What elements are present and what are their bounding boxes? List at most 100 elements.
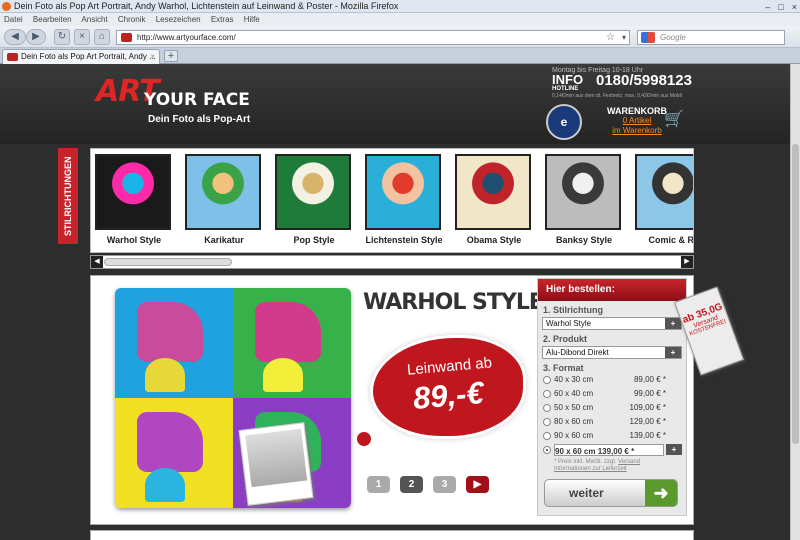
- style-thumb-label[interactable]: Warhol Style: [95, 235, 173, 245]
- carousel-scrollbar[interactable]: ◀ ▶: [90, 255, 694, 269]
- play-button[interactable]: ▶: [466, 476, 489, 493]
- home-icon[interactable]: ⌂: [94, 29, 110, 45]
- reload-icon[interactable]: ↻: [54, 29, 70, 45]
- format-option[interactable]: 50 x 50 cm 109,00 € *: [538, 401, 686, 415]
- site-favicon: [121, 33, 132, 42]
- format-radio[interactable]: [543, 404, 551, 412]
- style-select[interactable]: Warhol Style +: [542, 317, 682, 330]
- format-option[interactable]: 80 x 60 cm 129,00 € *: [538, 415, 686, 429]
- style-thumb-label[interactable]: Comic & Ro: [635, 235, 693, 245]
- tab-close-icon[interactable]: ×: [150, 50, 155, 63]
- stilrichtungen-tab[interactable]: STILRICHTUNGEN: [58, 148, 78, 244]
- shopping-cart-icon[interactable]: 🛒: [664, 109, 684, 129]
- versand-link[interactable]: Versand: [618, 459, 640, 465]
- trusted-shops-badge[interactable]: e: [546, 104, 582, 140]
- search-placeholder: Google: [660, 33, 686, 42]
- new-tab-button[interactable]: +: [164, 50, 178, 62]
- scrollbar-thumb[interactable]: [792, 144, 799, 444]
- tab-active[interactable]: Dein Foto als Pop Art Portrait, Andy ...…: [2, 49, 160, 64]
- style-thumb-label[interactable]: Lichtenstein Style: [365, 235, 443, 245]
- style-thumb-image[interactable]: [635, 154, 693, 230]
- search-input[interactable]: Google: [637, 30, 785, 45]
- selected-format-box[interactable]: 90 x 60 cm 139,00 € *: [554, 444, 664, 456]
- style-thumb[interactable]: Lichtenstein Style: [365, 154, 443, 249]
- style-thumb[interactable]: Comic & Ro: [635, 154, 693, 249]
- tab-bar: Dein Foto als Pop Art Portrait, Andy ...…: [0, 48, 800, 64]
- price-splash: Leinwand ab 89,-€: [373, 338, 523, 436]
- menu-extras[interactable]: Extras: [211, 15, 234, 24]
- format-radio-selected[interactable]: [543, 446, 551, 454]
- page-1-button[interactable]: 1: [367, 476, 390, 493]
- style-thumb[interactable]: Banksy Style: [545, 154, 623, 249]
- style-thumb-image[interactable]: [275, 154, 351, 230]
- style-thumb-label[interactable]: Karikatur: [185, 235, 263, 245]
- page-scrollbar[interactable]: [790, 64, 800, 540]
- format-option[interactable]: 60 x 40 cm 99,00 € *: [538, 387, 686, 401]
- website: ART YOUR FACE Dein Foto als Pop-Art Mont…: [0, 64, 790, 540]
- hotline-info: INFO: [552, 72, 584, 87]
- section-produkt: 2. Produkt: [543, 334, 588, 344]
- format-option[interactable]: 90 x 60 cm 139,00 € *: [538, 429, 686, 443]
- back-button[interactable]: ◀: [4, 29, 26, 45]
- tab-title: Dein Foto als Pop Art Portrait, Andy ...: [21, 52, 156, 61]
- address-bar[interactable]: http://www.artyourface.com/ ☆ ▾: [116, 30, 630, 45]
- format-price: 139,00 € *: [629, 431, 666, 440]
- menu-datei[interactable]: Datei: [4, 15, 23, 24]
- style-thumb-image[interactable]: [185, 154, 261, 230]
- style-thumb[interactable]: Warhol Style: [95, 154, 173, 249]
- format-plus-button[interactable]: +: [666, 444, 682, 455]
- style-thumb-image[interactable]: [455, 154, 531, 230]
- menu-chronik[interactable]: Chronik: [118, 15, 146, 24]
- product-plus-button[interactable]: +: [665, 347, 681, 358]
- menu-ansicht[interactable]: Ansicht: [81, 15, 107, 24]
- polaroid-photo: [238, 422, 314, 506]
- forward-button[interactable]: ▶: [26, 29, 46, 45]
- carousel-scroll-thumb[interactable]: [104, 258, 232, 266]
- page-2-button[interactable]: 2: [400, 476, 423, 493]
- menu-bearbeiten[interactable]: Bearbeiten: [33, 15, 72, 24]
- firefox-icon: [2, 2, 11, 11]
- url-dropdown-icon[interactable]: ▾: [622, 31, 626, 44]
- style-carousel: Warhol Style Karikatur Pop Style Lichtenste…: [90, 148, 694, 253]
- menu-lesezeichen[interactable]: Lesezeichen: [156, 15, 201, 24]
- format-option[interactable]: 40 x 30 cm 89,00 € *: [538, 373, 686, 387]
- format-radio[interactable]: [543, 390, 551, 398]
- style-plus-button[interactable]: +: [665, 318, 681, 329]
- slide-pager: 1 2 3 ▶: [367, 476, 489, 493]
- format-size: 60 x 40 cm: [554, 389, 594, 398]
- stop-icon[interactable]: ×: [74, 29, 90, 45]
- product-select[interactable]: Alu-Dibond Direkt +: [542, 346, 682, 359]
- site-logo[interactable]: ART YOUR FACE Dein Foto als Pop-Art: [96, 74, 266, 130]
- format-option-selected[interactable]: 90 x 60 cm 139,00 € * +: [538, 443, 686, 457]
- format-size: 90 x 60 cm: [554, 431, 594, 440]
- logo-subtitle: Dein Foto als Pop-Art: [148, 114, 251, 125]
- scroll-left-icon[interactable]: ◀: [91, 256, 103, 268]
- style-value: Warhol Style: [546, 319, 592, 328]
- content-bottom: [90, 530, 694, 540]
- scroll-right-icon[interactable]: ▶: [681, 256, 693, 268]
- price-note-text: * Preis inkl. MwSt. zzgl.: [554, 459, 617, 465]
- warhol-example-image[interactable]: [115, 288, 351, 508]
- format-price: 99,00 € *: [633, 389, 666, 398]
- format-size: 50 x 50 cm: [554, 403, 594, 412]
- style-thumb-image[interactable]: [545, 154, 621, 230]
- style-thumb[interactable]: Obama Style: [455, 154, 533, 249]
- format-size: 80 x 60 cm: [554, 417, 594, 426]
- google-icon[interactable]: [641, 32, 655, 43]
- weiter-button[interactable]: weiter ➜: [544, 479, 678, 507]
- style-thumb-label[interactable]: Obama Style: [455, 235, 533, 245]
- style-thumb[interactable]: Pop Style: [275, 154, 353, 249]
- menu-hilfe[interactable]: Hilfe: [244, 15, 260, 24]
- style-thumb[interactable]: Karikatur: [185, 154, 263, 249]
- lieferzeit-link[interactable]: Informationen zur Lieferzeit: [554, 466, 627, 472]
- style-thumb-label[interactable]: Banksy Style: [545, 235, 623, 245]
- bookmark-star-icon[interactable]: ☆: [606, 31, 615, 44]
- style-thumb-image[interactable]: [365, 154, 441, 230]
- style-thumb-label[interactable]: Pop Style: [275, 235, 353, 245]
- style-thumb-image[interactable]: [95, 154, 171, 230]
- page-3-button[interactable]: 3: [433, 476, 456, 493]
- format-radio[interactable]: [543, 418, 551, 426]
- format-radio[interactable]: [543, 376, 551, 384]
- format-radio[interactable]: [543, 432, 551, 440]
- warhol-quadrant: [115, 398, 233, 508]
